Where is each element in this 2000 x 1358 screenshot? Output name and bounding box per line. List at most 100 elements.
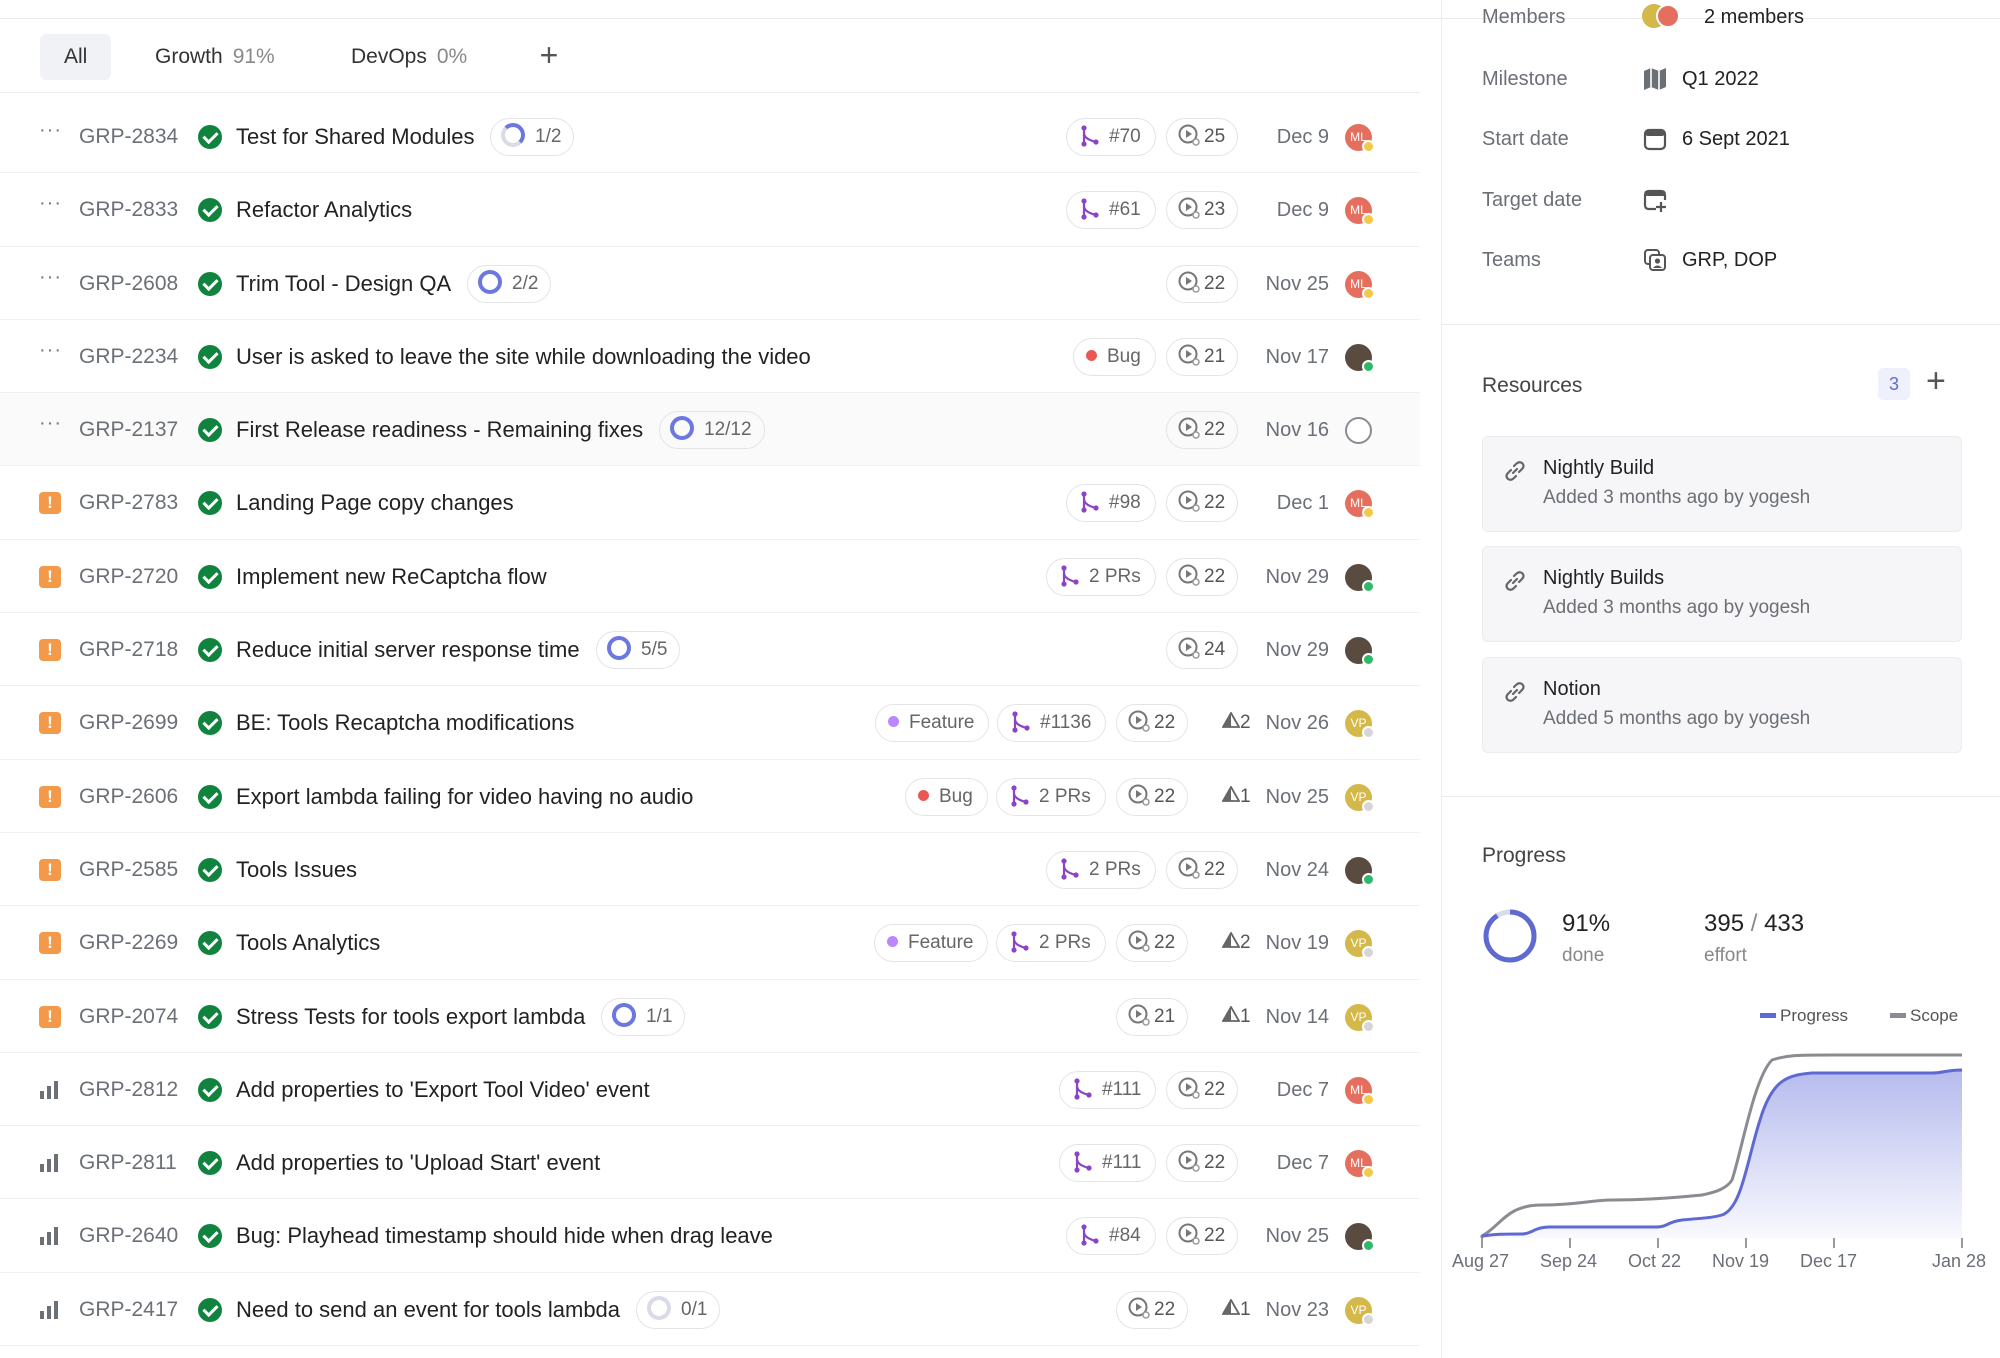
issue-row[interactable]: ! GRP-2585 Tools Issues 22 Nov 24 2 PRs [0, 833, 1420, 907]
sub-issue-progress[interactable]: 12/12 [659, 411, 765, 450]
issue-row[interactable]: ··· GRP-2834 Test for Shared Modules 1/2 25 D… [0, 100, 1420, 174]
done-status-icon[interactable] [198, 638, 222, 663]
issue-row[interactable]: ! GRP-2783 Landing Page copy changes 22 Dec … [0, 466, 1420, 540]
assignee-avatar[interactable] [1345, 417, 1372, 445]
assignee-avatar[interactable] [1345, 343, 1375, 373]
cycle-estimate[interactable]: 22 [1166, 264, 1239, 303]
issue-title[interactable]: Export lambda failing for video having n… [236, 782, 693, 812]
tab-growth[interactable]: Growth 91% [155, 34, 275, 80]
pull-request-pill[interactable]: #61 [1066, 191, 1156, 230]
done-status-icon[interactable] [198, 491, 222, 516]
issue-row[interactable]: ! GRP-2699 BE: Tools Recaptcha modificatio… [0, 686, 1420, 760]
urgent-priority-icon[interactable]: ! [39, 565, 61, 588]
issue-row[interactable]: GRP-2811 Add properties to 'Upload Start'… [0, 1126, 1420, 1200]
done-status-icon[interactable] [198, 125, 222, 149]
cycle-estimate[interactable]: 21 [1166, 337, 1239, 376]
assignee-avatar[interactable]: ML [1345, 124, 1375, 153]
pull-request-pill[interactable]: #111 [1059, 1144, 1157, 1183]
done-status-icon[interactable] [198, 857, 222, 882]
urgent-priority-icon[interactable]: ! [39, 712, 61, 735]
issue-title[interactable]: Stress Tests for tools export lambda [236, 1002, 585, 1032]
cycle-estimate[interactable]: 22 [1166, 1070, 1239, 1109]
urgent-priority-icon[interactable]: ! [39, 932, 61, 955]
pull-request-pill[interactable]: #98 [1066, 484, 1156, 523]
label-pill[interactable]: Feature [874, 924, 989, 963]
urgent-priority-icon[interactable]: ! [39, 785, 61, 808]
priority-bars-icon[interactable] [39, 1079, 61, 1101]
done-status-icon[interactable] [198, 344, 222, 369]
issue-row[interactable]: ··· GRP-2137 First Release readiness - Rem… [0, 393, 1420, 467]
issue-row[interactable]: GRP-2812 Add properties to 'Export Tool V… [0, 1053, 1420, 1127]
issue-title[interactable]: Add properties to 'Export Tool Video' ev… [236, 1075, 650, 1105]
estimate-points[interactable]: 2 [1221, 708, 1251, 738]
done-status-icon[interactable] [198, 711, 222, 736]
cycle-estimate[interactable]: 22 [1166, 411, 1239, 450]
estimate-points[interactable]: 1 [1221, 782, 1251, 812]
cycle-estimate[interactable]: 22 [1116, 924, 1189, 963]
issue-row[interactable]: ··· GRP-2608 Trim Tool - Design QA 2/2 22 Nov… [0, 247, 1420, 320]
issue-title[interactable]: Implement new ReCaptcha flow [236, 562, 547, 592]
done-status-icon[interactable] [198, 198, 222, 223]
resource-card[interactable]: Notion Added 5 months ago by yogesh [1482, 657, 1962, 753]
issue-row[interactable]: ! GRP-2606 Export lambda failing for video… [0, 760, 1420, 833]
sub-issue-progress[interactable]: 1/2 [490, 118, 575, 156]
issue-title[interactable]: Trim Tool - Design QA [236, 269, 451, 299]
sub-issue-progress[interactable]: 1/1 [601, 997, 686, 1036]
priority-bars-icon[interactable] [39, 1225, 61, 1247]
cycle-estimate[interactable]: 24 [1166, 631, 1239, 670]
sub-issue-progress[interactable]: 2/2 [467, 264, 552, 303]
issue-title[interactable]: First Release readiness - Remaining fixe… [236, 415, 643, 445]
issue-row[interactable]: ··· GRP-2234 User is asked to leave the si… [0, 320, 1420, 394]
done-status-icon[interactable] [198, 784, 222, 809]
priority-bars-icon[interactable] [39, 1299, 61, 1321]
members-value[interactable]: 2 members [1704, 6, 1804, 29]
no-priority-icon[interactable]: ··· [39, 413, 61, 439]
tab-devops[interactable]: DevOps 0% [351, 34, 467, 80]
no-priority-icon[interactable]: ··· [39, 193, 61, 219]
cycle-estimate[interactable]: 22 [1116, 1290, 1189, 1329]
cycle-estimate[interactable]: 22 [1166, 1144, 1239, 1183]
cycle-estimate[interactable]: 25 [1166, 118, 1239, 156]
assignee-avatar[interactable]: ML [1345, 270, 1375, 300]
assignee-avatar[interactable]: VP [1345, 930, 1375, 960]
label-pill[interactable]: Bug [1073, 337, 1156, 376]
assignee-avatar[interactable]: VP [1345, 1296, 1375, 1326]
urgent-priority-icon[interactable]: ! [39, 639, 61, 662]
done-status-icon[interactable] [198, 1297, 222, 1322]
no-priority-icon[interactable]: ··· [39, 340, 61, 366]
no-priority-icon[interactable]: ··· [39, 120, 61, 146]
issue-row[interactable]: ! GRP-2074 Stress Tests for tools export l… [0, 980, 1420, 1053]
issue-title[interactable]: Bug: Playhead timestamp should hide when… [236, 1221, 773, 1251]
done-status-icon[interactable] [198, 418, 222, 443]
pull-request-pill[interactable]: 2 PRs [1046, 850, 1156, 889]
issue-row[interactable]: ! GRP-2720 Implement new ReCaptcha flow 22 N… [0, 540, 1420, 614]
done-status-icon[interactable] [198, 564, 222, 589]
cycle-estimate[interactable]: 22 [1116, 704, 1189, 743]
done-status-icon[interactable] [198, 1224, 222, 1249]
pull-request-pill[interactable]: #111 [1059, 1070, 1157, 1109]
issue-title[interactable]: Reduce initial server response time [236, 635, 580, 665]
estimate-points[interactable]: 1 [1221, 1295, 1251, 1325]
calendar-add-icon[interactable] [1642, 187, 1668, 213]
sub-issue-progress[interactable]: 5/5 [596, 631, 681, 670]
issue-row[interactable]: GRP-2640 Bug: Playhead timestamp should h… [0, 1199, 1420, 1273]
assignee-avatar[interactable] [1345, 637, 1375, 667]
assignee-avatar[interactable]: ML [1345, 197, 1375, 227]
urgent-priority-icon[interactable]: ! [39, 1005, 61, 1028]
issue-title[interactable]: Refactor Analytics [236, 195, 412, 225]
assignee-avatar[interactable]: ML [1345, 490, 1375, 520]
cycle-estimate[interactable]: 21 [1116, 997, 1189, 1036]
assignee-avatar[interactable]: VP [1345, 710, 1375, 740]
assignee-avatar[interactable] [1345, 1223, 1375, 1253]
cycle-estimate[interactable]: 22 [1116, 777, 1189, 816]
assignee-avatar[interactable] [1345, 563, 1375, 593]
add-resource-icon[interactable]: + [1926, 364, 1946, 398]
add-view-icon[interactable]: + [533, 39, 565, 72]
cycle-estimate[interactable]: 22 [1166, 557, 1239, 596]
pull-request-pill[interactable]: #84 [1066, 1217, 1156, 1256]
sub-issue-progress[interactable]: 0/1 [636, 1290, 721, 1329]
assignee-avatar[interactable]: VP [1345, 1003, 1375, 1033]
assignee-avatar[interactable]: VP [1345, 783, 1375, 813]
urgent-priority-icon[interactable]: ! [39, 492, 61, 515]
estimate-points[interactable]: 1 [1221, 1002, 1251, 1032]
